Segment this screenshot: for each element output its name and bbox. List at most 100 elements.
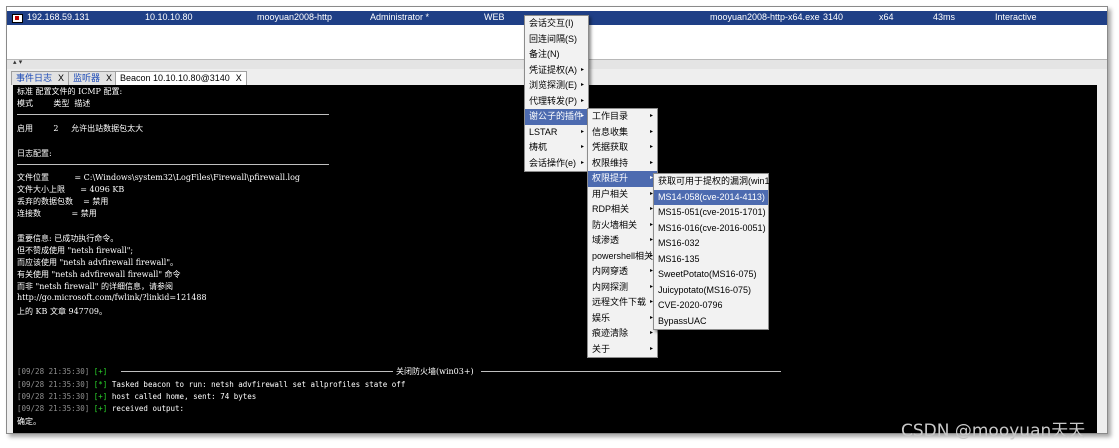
privesc-submenu: 获取可用于提权的漏洞(win10) MS14-058(cve-2014-4113… — [653, 173, 778, 330]
console-line: 而非 "netsh firewall" 的详细信息，请参阅 — [17, 282, 173, 291]
tab-close-icon[interactable]: X — [236, 73, 242, 83]
tab-label: 事件日志 — [16, 73, 53, 83]
submenu-item-persistence[interactable]: 权限维持 ▸ — [588, 156, 657, 172]
console-rule — [17, 114, 329, 115]
plugin-submenu: 工作目录 ▸ 信息收集 ▸ 凭据获取 ▸ 权限维持 ▸ 权限提升 ▸ 用户相关 ▸ RDP相… — [587, 108, 658, 358]
menu-item-access[interactable]: 凭证提权(A) ▸ — [525, 63, 588, 79]
log-line: [09/28 21:35:30] [+] host called home, s… — [17, 392, 256, 401]
menu-item-session[interactable]: 会话操作(e) ▸ — [525, 156, 588, 172]
submenu-arrow-icon: ▸ — [580, 113, 584, 119]
exploit-item-ms15-051[interactable]: MS15-051(cve-2015-1701) — [654, 205, 768, 221]
exploit-item-suggester[interactable]: 获取可用于提权的漏洞(win10) — [654, 174, 778, 190]
tab-beacon[interactable]: Beacon 10.10.10.80@3140 X — [115, 71, 247, 86]
log-line: [09/28 21:35:30] [+] — [17, 367, 107, 376]
submenu-arrow-icon: ▸ — [649, 144, 653, 150]
session-computer: WEB — [484, 12, 505, 22]
section-title: 关闭防火墙(win03+) — [396, 367, 474, 376]
session-process: mooyuan2008-http-x64.exe — [710, 12, 820, 22]
submenu-item-domain[interactable]: 域渗透 ▸ — [588, 233, 657, 249]
log-text: host called home, sent: 74 bytes — [111, 392, 257, 401]
console-line: 丢弃的数据包数 = 禁用 — [17, 197, 109, 206]
submenu-item-firewall[interactable]: 防火墙相关 ▸ — [588, 218, 657, 234]
session-internal-ip: 10.10.10.80 — [145, 12, 193, 22]
log-tag: [*] — [93, 380, 108, 389]
console-line: 模式 类型 描述 — [17, 99, 91, 108]
tab-close-icon[interactable]: X — [106, 73, 112, 83]
tab-event-log[interactable]: 事件日志 X — [11, 71, 70, 85]
submenu-arrow-icon: ▸ — [649, 113, 653, 119]
submenu-arrow-icon: ▸ — [580, 97, 584, 104]
exploit-item-juicypotato[interactable]: Juicypotato(MS16-075) — [654, 283, 768, 299]
submenu-item-workdir[interactable]: 工作目录 ▸ — [588, 109, 657, 125]
submenu-arrow-icon: ▸ — [580, 159, 584, 166]
console-line: 日志配置: — [17, 149, 52, 158]
log-timestamp: [09/28 21:35:30] — [17, 392, 90, 401]
menu-item-explore[interactable]: 浏览探测(E) ▸ — [525, 78, 588, 94]
session-context-menu: 会话交互(I) 回连间隔(S) 备注(N) 凭证提权(A) ▸ 浏览探测(E) ▸ … — [524, 15, 589, 172]
submenu-arrow-icon: ▸ — [580, 66, 584, 73]
session-pid: 3140 — [823, 12, 844, 22]
console-line: 而应该使用 "netsh advfirewall firewall"。 — [17, 258, 179, 267]
tab-listeners[interactable]: 监听器 X — [68, 71, 118, 85]
console-line: 重要信息: 已成功执行命令。 — [17, 234, 119, 243]
split-arrows-icon[interactable]: ▴ ▾ — [13, 58, 22, 66]
submenu-arrow-icon: ▸ — [649, 345, 653, 352]
session-last: 43ms — [933, 12, 956, 22]
submenu-arrow-icon: ▸ — [649, 159, 653, 166]
submenu-item-download[interactable]: 远程文件下载 ▸ — [588, 295, 657, 311]
log-timestamp: [09/28 21:35:30] — [17, 367, 90, 376]
exploit-item-bypassuac[interactable]: BypassUAC — [654, 314, 768, 330]
submenu-item-info[interactable]: 信息收集 ▸ — [588, 125, 657, 141]
menu-item-xie-plugin[interactable]: 谢公子的插件 ▸ — [525, 109, 588, 125]
menu-item-taowu[interactable]: 梼杌 ▸ — [525, 140, 588, 156]
tab-label: 监听器 — [73, 73, 101, 83]
log-text: received output: — [111, 404, 185, 413]
exploit-item-cve-2020-0796[interactable]: CVE-2020-0796 — [654, 298, 768, 314]
console-line: 但不赞成使用 "netsh firewall"; — [17, 246, 134, 255]
submenu-item-powershell[interactable]: powershell相关 ▸ — [588, 249, 657, 265]
section-rule-right — [481, 371, 781, 372]
log-line: [09/28 21:35:30] [+] received output: — [17, 404, 184, 413]
console-line: 有关使用 "netsh advfirewall firewall" 命令 — [17, 270, 181, 279]
log-line: [09/28 21:35:30] [*] Tasked beacon to ru… — [17, 380, 405, 389]
submenu-item-fun[interactable]: 娱乐 ▸ — [588, 311, 657, 327]
console-line: 确定。 — [17, 417, 41, 426]
console-line: 上的 KB 文章 947709。 — [17, 307, 108, 316]
session-arch: x64 — [879, 12, 894, 22]
console-line: 文件位置 = C:\Windows\system32\LogFiles\Fire… — [17, 173, 301, 182]
console-line: 标准 配置文件的 ICMP 配置: — [17, 87, 123, 96]
submenu-item-rdp[interactable]: RDP相关 ▸ — [588, 202, 657, 218]
log-text: Tasked beacon to run: netsh advfirewall … — [111, 380, 406, 389]
menu-item-lstar[interactable]: LSTAR ▸ — [525, 125, 588, 141]
submenu-item-tunnel[interactable]: 内网穿透 ▸ — [588, 264, 657, 280]
log-timestamp: [09/28 21:35:30] — [17, 404, 90, 413]
submenu-arrow-icon: ▸ — [580, 128, 584, 135]
section-rule-left — [121, 371, 393, 372]
exploit-item-sweetpotato[interactable]: SweetPotato(MS16-075) — [654, 267, 768, 283]
console-rule — [17, 164, 329, 165]
menu-item-interact[interactable]: 会话交互(I) — [525, 16, 588, 32]
submenu-item-about[interactable]: 关于 ▸ — [588, 342, 657, 358]
submenu-arrow-icon: ▸ — [649, 128, 653, 135]
exploit-item-ms16-032[interactable]: MS16-032 — [654, 236, 768, 252]
submenu-item-intranet-scan[interactable]: 内网探测 ▸ — [588, 280, 657, 296]
submenu-item-cleanup[interactable]: 痕迹清除 ▸ — [588, 326, 657, 342]
menu-item-sleep[interactable]: 回连间隔(S) — [525, 32, 588, 48]
exploit-item-ms16-135[interactable]: MS16-135 — [654, 252, 768, 268]
beacon-session-icon — [12, 14, 23, 23]
exploit-item-ms16-016[interactable]: MS16-016(cve-2016-0051) — [654, 221, 768, 237]
submenu-item-users[interactable]: 用户相关 ▸ — [588, 187, 657, 203]
submenu-item-credentials[interactable]: 凭据获取 ▸ — [588, 140, 657, 156]
tab-close-icon[interactable]: X — [58, 73, 64, 83]
session-user: Administrator * — [370, 12, 430, 22]
log-tag: [+] — [93, 392, 108, 401]
cobalt-strike-window: 192.168.59.131 10.10.10.80 mooyuan2008-h… — [6, 6, 1108, 434]
submenu-item-privesc[interactable]: 权限提升 ▸ — [588, 171, 657, 187]
log-tag: [+] — [93, 367, 108, 376]
menu-item-pivoting[interactable]: 代理转发(P) ▸ — [525, 94, 588, 110]
menu-item-note[interactable]: 备注(N) — [525, 47, 588, 63]
session-external-ip: 192.168.59.131 — [27, 12, 90, 22]
console-line: 启用 2 允许出站数据包太大 — [17, 124, 144, 133]
tab-label: Beacon 10.10.10.80@3140 — [120, 73, 230, 83]
exploit-item-ms14-058[interactable]: MS14-058(cve-2014-4113) — [654, 189, 768, 205]
